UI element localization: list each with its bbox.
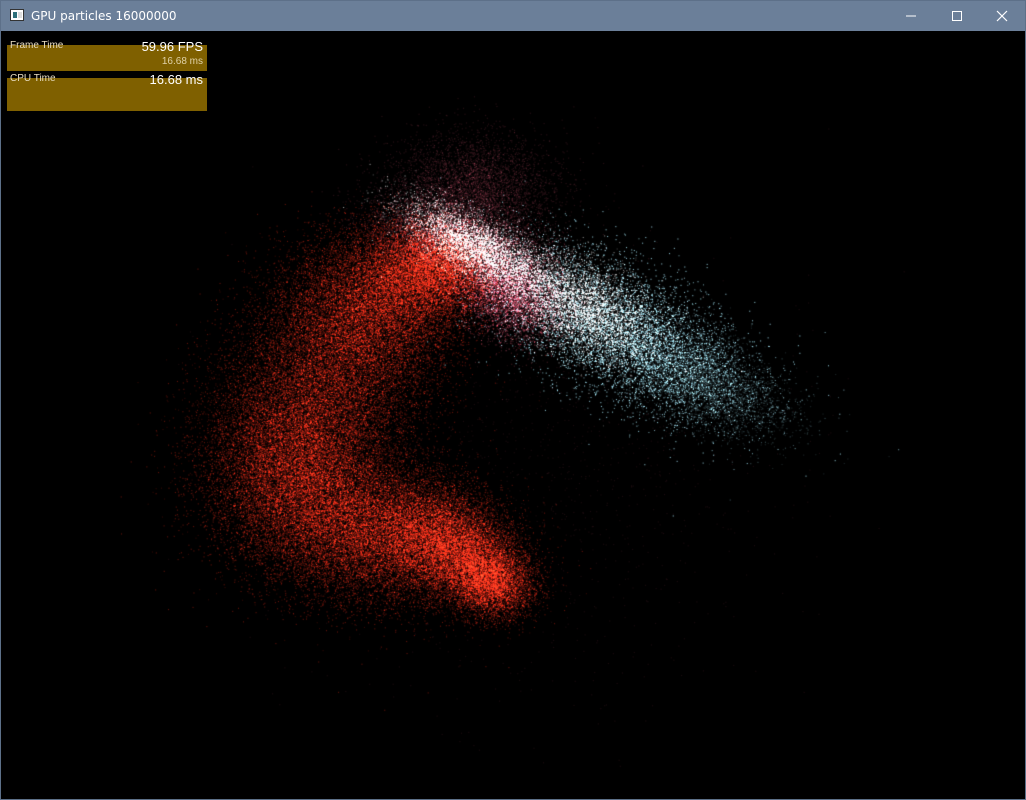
minimize-icon <box>906 15 916 17</box>
close-button[interactable] <box>979 1 1025 31</box>
cpu-time-panel: CPU Time 16.68 ms <box>7 72 207 111</box>
application-window: GPU particles 16000000 Frame Time 59.96 … <box>0 0 1026 800</box>
maximize-button[interactable] <box>934 1 980 31</box>
frame-ms-value: 16.68 ms <box>161 56 203 67</box>
window-title: GPU particles 16000000 <box>31 9 177 23</box>
minimize-button[interactable] <box>888 1 934 31</box>
close-icon <box>996 10 1008 22</box>
app-window-icon[interactable] <box>10 9 24 21</box>
cpu-ms-value: 16.68 ms <box>149 72 203 87</box>
frame-time-panel: Frame Time 59.96 FPS 16.68 ms <box>7 39 207 71</box>
maximize-icon <box>952 11 962 21</box>
cpu-time-label: CPU Time <box>10 73 56 84</box>
frame-time-label: Frame Time <box>10 40 64 51</box>
frame-fps-value: 59.96 FPS <box>141 39 203 54</box>
particle-simulation-canvas[interactable] <box>1 31 1025 799</box>
render-viewport[interactable]: Frame Time 59.96 FPS 16.68 ms CPU Time 1… <box>1 31 1025 799</box>
title-bar[interactable]: GPU particles 16000000 <box>1 1 1025 31</box>
